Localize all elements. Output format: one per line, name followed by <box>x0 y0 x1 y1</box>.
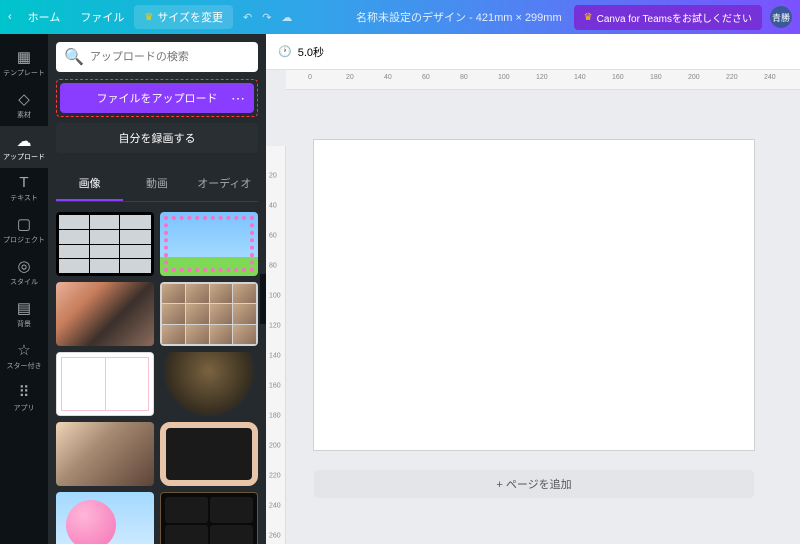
avatar[interactable]: 青勝 <box>770 6 792 28</box>
upload-thumb[interactable] <box>56 282 154 346</box>
sidebar-background[interactable]: ▤背景 <box>0 293 48 335</box>
upload-icon: ☁ <box>17 132 32 150</box>
nav-file[interactable]: ファイル <box>70 9 134 25</box>
background-icon: ▤ <box>17 299 31 317</box>
cloud-icon[interactable]: ☁ <box>281 11 292 24</box>
sidebar-templates[interactable]: ▦テンプレート <box>0 42 48 84</box>
upload-thumb[interactable] <box>160 492 258 544</box>
design-title[interactable]: 名称未設定のデザイン - 421mm × 299mm <box>356 9 562 25</box>
toolbar-icons: ↶ ↷ ☁ <box>243 11 292 24</box>
sidebar-starred[interactable]: ☆スター付き <box>0 335 48 377</box>
tab-images[interactable]: 画像 <box>56 167 123 201</box>
upload-tabs: 画像 動画 オーディオ <box>56 167 258 202</box>
upload-thumb[interactable] <box>56 212 154 276</box>
ruler-horizontal: 0 20 40 60 80 100 120 140 160 180 200 22… <box>286 70 800 90</box>
sidebar-styles[interactable]: ◎スタイル <box>0 251 48 293</box>
more-icon[interactable]: ⋯ <box>231 90 246 107</box>
search-box[interactable]: 🔍 <box>56 42 258 72</box>
uploads-grid <box>56 212 258 544</box>
sidebar-text[interactable]: Tテキスト <box>0 168 48 209</box>
text-icon: T <box>19 174 28 191</box>
left-toolbar: ▦テンプレート ◇素材 ☁アップロード Tテキスト ▢プロジェクト ◎スタイル … <box>0 34 48 544</box>
crown-icon: ♛ <box>584 12 593 23</box>
duration-label[interactable]: 5.0秒 <box>298 44 324 60</box>
back-icon[interactable]: ‹ <box>8 11 12 23</box>
sidebar-projects[interactable]: ▢プロジェクト <box>0 209 48 251</box>
resize-button[interactable]: ♛サイズを変更 <box>134 5 233 29</box>
star-icon: ☆ <box>17 341 30 359</box>
canvas-viewport[interactable]: 20 40 60 80 100 120 140 160 180 200 220 … <box>266 90 800 544</box>
apps-icon: ⠿ <box>19 383 30 401</box>
teams-cta-button[interactable]: ♛Canva for Teamsをお試しください <box>574 5 762 30</box>
projects-icon: ▢ <box>17 215 31 233</box>
top-bar: ‹ ホーム ファイル ♛サイズを変更 ↶ ↷ ☁ 名称未設定のデザイン - 42… <box>0 0 800 34</box>
canvas-area: 🕐 5.0秒 0 20 40 60 80 100 120 140 160 180… <box>266 34 800 544</box>
tab-videos[interactable]: 動画 <box>123 167 190 201</box>
upload-thumb[interactable] <box>160 282 258 346</box>
upload-thumb[interactable] <box>160 212 258 276</box>
upload-thumb[interactable] <box>160 352 258 416</box>
sidebar-apps[interactable]: ⠿アプリ <box>0 377 48 419</box>
upload-highlight: ファイルをアップロード⋯ <box>56 79 258 117</box>
sidebar-elements[interactable]: ◇素材 <box>0 84 48 126</box>
add-page-button[interactable]: + ページを追加 <box>314 470 754 498</box>
upload-thumb[interactable] <box>56 492 154 544</box>
templates-icon: ▦ <box>17 48 31 66</box>
tab-audio[interactable]: オーディオ <box>191 167 258 201</box>
crown-icon: ♛ <box>144 12 153 23</box>
nav-home[interactable]: ホーム <box>18 9 71 25</box>
redo-icon[interactable]: ↷ <box>262 11 271 24</box>
design-page[interactable] <box>314 140 754 450</box>
canvas-toolbar: 🕐 5.0秒 <box>266 34 800 70</box>
upload-file-button[interactable]: ファイルをアップロード⋯ <box>60 83 254 113</box>
undo-icon[interactable]: ↶ <box>243 11 252 24</box>
elements-icon: ◇ <box>18 90 30 108</box>
search-icon: 🔍 <box>64 47 84 67</box>
upload-thumb[interactable] <box>56 422 154 486</box>
ruler-vertical: 20 40 60 80 100 120 140 160 180 200 220 … <box>266 146 286 544</box>
search-input[interactable] <box>90 51 250 63</box>
upload-thumb[interactable] <box>160 422 258 486</box>
uploads-panel: 🔍 ファイルをアップロード⋯ 自分を録画する 画像 動画 オーディオ ‹ <box>48 34 266 544</box>
record-yourself-button[interactable]: 自分を録画する <box>56 123 258 153</box>
styles-icon: ◎ <box>17 257 30 275</box>
clock-icon: 🕐 <box>278 45 292 58</box>
sidebar-uploads[interactable]: ☁アップロード <box>0 126 48 168</box>
upload-thumb[interactable] <box>56 352 154 416</box>
